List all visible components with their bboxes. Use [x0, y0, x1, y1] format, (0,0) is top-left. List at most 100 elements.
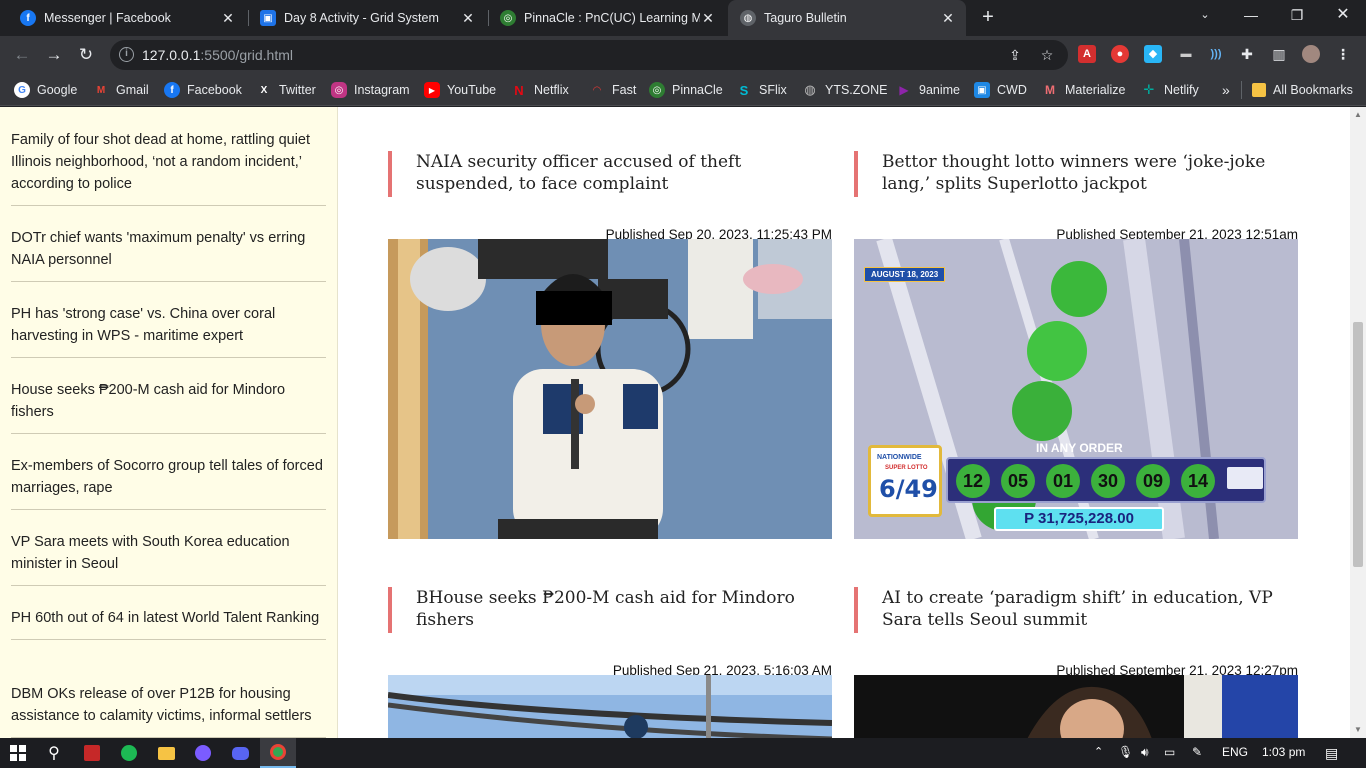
- article-card[interactable]: Bettor thought lotto winners were ‘joke-…: [854, 151, 1298, 551]
- article-card[interactable]: NAIA security officer accused of theft s…: [388, 151, 832, 551]
- url-path: :5500/grid.html: [200, 47, 293, 63]
- tab-messenger[interactable]: f Messenger | Facebook ✕: [8, 0, 246, 36]
- bookmark-twitter[interactable]: X Twitter: [256, 81, 316, 99]
- scroll-up-arrow-icon[interactable]: ▲: [1350, 107, 1366, 123]
- list-item[interactable]: Ex-members of Socorro group tell tales o…: [11, 455, 326, 510]
- messenger-icon: [195, 745, 211, 761]
- article-image-lotto-draw[interactable]: AUGUST 18, 2023 NATIONWIDE SUPER LOTTO 6…: [854, 239, 1298, 539]
- tab-taguro-bulletin[interactable]: ◍ Taguro Bulletin ✕: [728, 0, 966, 36]
- list-item[interactable]: VP Sara meets with South Korea education…: [11, 531, 326, 586]
- bookmark-cwd[interactable]: ▣ CWD: [974, 81, 1027, 99]
- lotto-ball: 05: [1001, 464, 1035, 498]
- list-item[interactable]: House seeks ₱200-M cash aid for Mindoro …: [11, 379, 326, 434]
- bookmark-materialize[interactable]: M Materialize: [1042, 81, 1125, 99]
- side-panel-icon[interactable]: ▥: [1270, 45, 1288, 63]
- forward-button[interactable]: →: [42, 43, 66, 67]
- site-info-icon[interactable]: i: [119, 47, 134, 62]
- bookmark-label: Netlify: [1164, 83, 1199, 97]
- article-title[interactable]: Bettor thought lotto winners were ‘joke-…: [854, 151, 1298, 197]
- article-title[interactable]: NAIA security officer accused of theft s…: [388, 151, 832, 197]
- extension-blue-icon[interactable]: ◆: [1144, 45, 1162, 63]
- taskbar-app-red[interactable]: [74, 738, 110, 768]
- close-window-button[interactable]: ✕: [1320, 0, 1366, 32]
- list-item[interactable]: DBM OKs release of over P12B for housing…: [11, 683, 326, 738]
- bookmark-pinnacle[interactable]: ◎ PinnaCle: [649, 81, 723, 99]
- start-button[interactable]: [0, 738, 36, 768]
- tray-overflow-icon[interactable]: ⌃: [1094, 745, 1103, 758]
- profile-avatar[interactable]: [1302, 45, 1320, 63]
- instagram-icon: ◎: [331, 82, 347, 98]
- notifications-icon[interactable]: ▤: [1325, 745, 1338, 762]
- tab-search-icon[interactable]: ⌄: [1182, 0, 1228, 32]
- bookmark-9anime[interactable]: ▶ 9anime: [896, 81, 960, 99]
- bookmark-sflix[interactable]: S SFlix: [736, 81, 787, 99]
- new-tab-button[interactable]: +: [976, 6, 1000, 30]
- bookmark-yts[interactable]: ◍ YTS.ZONE: [802, 81, 888, 99]
- search-button[interactable]: ⚲: [36, 738, 72, 768]
- scroll-down-arrow-icon[interactable]: ▼: [1350, 722, 1366, 738]
- article-image-vp-sara[interactable]: [854, 675, 1298, 738]
- close-icon[interactable]: ✕: [940, 10, 956, 26]
- back-button[interactable]: ←: [10, 43, 34, 67]
- list-item[interactable]: PH has 'strong case' vs. China over cora…: [11, 303, 326, 358]
- bookmark-gmail[interactable]: M Gmail: [93, 81, 149, 99]
- taskbar-spotify[interactable]: [111, 738, 147, 768]
- network-icon[interactable]: ▭: [1164, 745, 1175, 759]
- tab-title: PinnaCle : PnC(UC) Learning Ma: [524, 11, 700, 25]
- volume-icon[interactable]: 🔊︎: [1141, 745, 1149, 760]
- bookmark-facebook[interactable]: f Facebook: [164, 81, 242, 99]
- article-card[interactable]: BHouse seeks ₱200-M cash aid for Mindoro…: [388, 587, 832, 738]
- bookmark-fast[interactable]: ◠ Fast: [589, 81, 636, 99]
- bookmark-netflix[interactable]: N Netflix: [511, 81, 569, 99]
- language-indicator[interactable]: ENG: [1222, 745, 1248, 759]
- taskbar-discord[interactable]: [222, 738, 258, 768]
- article-image-airport-cctv[interactable]: [388, 239, 832, 539]
- page-scrollbar[interactable]: ▲ ▼: [1350, 107, 1366, 738]
- bookmark-youtube[interactable]: ▶ YouTube: [424, 81, 496, 99]
- minimize-button[interactable]: —: [1228, 0, 1274, 32]
- bookmark-label: 9anime: [919, 83, 960, 97]
- taskbar-file-explorer[interactable]: [148, 738, 184, 768]
- article-image-fishers-boat[interactable]: [388, 675, 832, 738]
- all-bookmarks-folder[interactable]: All Bookmarks: [1252, 81, 1353, 99]
- list-item[interactable]: DOTr chief wants 'maximum penalty' vs er…: [11, 227, 326, 282]
- bookmark-star-icon[interactable]: ☆: [1038, 46, 1056, 64]
- article-title[interactable]: BHouse seeks ₱200-M cash aid for Mindoro…: [388, 587, 832, 633]
- facebook-icon: f: [20, 10, 36, 26]
- pcso-logo: [1227, 467, 1263, 489]
- url-text[interactable]: 127.0.0.1:5500/grid.html: [142, 47, 293, 63]
- extension-dark-icon[interactable]: ▬: [1177, 45, 1195, 63]
- more-bookmarks-button[interactable]: »: [1222, 81, 1230, 99]
- list-item[interactable]: Family of four shot dead at home, rattli…: [11, 129, 326, 206]
- puzzle-icon[interactable]: ✚: [1238, 45, 1256, 63]
- taskbar-messenger[interactable]: [185, 738, 221, 768]
- google-icon: G: [14, 82, 30, 98]
- materialize-icon: M: [1042, 82, 1058, 98]
- taskbar-chrome[interactable]: [260, 738, 296, 768]
- menu-dots-icon[interactable]: ⋮: [1334, 45, 1352, 63]
- article-card[interactable]: AI to create ‘paradigm shift’ in educati…: [854, 587, 1298, 738]
- close-icon[interactable]: ✕: [220, 10, 236, 26]
- bookmark-instagram[interactable]: ◎ Instagram: [331, 81, 410, 99]
- tab-grid-system[interactable]: ▣ Day 8 Activity - Grid System ✕: [248, 0, 486, 36]
- restore-button[interactable]: ❐: [1274, 0, 1320, 32]
- list-item[interactable]: PH 60th out of 64 in latest World Talent…: [11, 607, 326, 640]
- pen-icon[interactable]: ✎: [1192, 745, 1202, 759]
- bookmark-google[interactable]: G Google: [14, 81, 77, 99]
- scroll-thumb[interactable]: [1353, 322, 1363, 567]
- address-bar[interactable]: i 127.0.0.1:5500/grid.html ⇪ ☆: [110, 40, 1068, 70]
- microphone-icon[interactable]: 🎙︎: [1118, 745, 1133, 759]
- share-icon[interactable]: ⇪: [1006, 46, 1024, 64]
- clock[interactable]: 1:03 pm: [1262, 745, 1305, 759]
- article-title[interactable]: AI to create ‘paradigm shift’ in educati…: [854, 587, 1298, 633]
- page-viewport[interactable]: Family of four shot dead at home, rattli…: [0, 107, 1366, 738]
- discord-icon: [231, 746, 249, 760]
- bookmark-netlify[interactable]: ✛ Netlify: [1141, 81, 1199, 99]
- reload-button[interactable]: ↻: [74, 43, 98, 67]
- extension-red-icon[interactable]: ●: [1111, 45, 1129, 63]
- close-icon[interactable]: ✕: [460, 10, 476, 26]
- close-icon[interactable]: ✕: [700, 10, 716, 26]
- tab-pinnacle[interactable]: ◎ PinnaCle : PnC(UC) Learning Ma ✕: [488, 0, 726, 36]
- acrobat-extension-icon[interactable]: A: [1078, 45, 1096, 63]
- extension-audio-icon[interactable]: ))): [1207, 45, 1225, 63]
